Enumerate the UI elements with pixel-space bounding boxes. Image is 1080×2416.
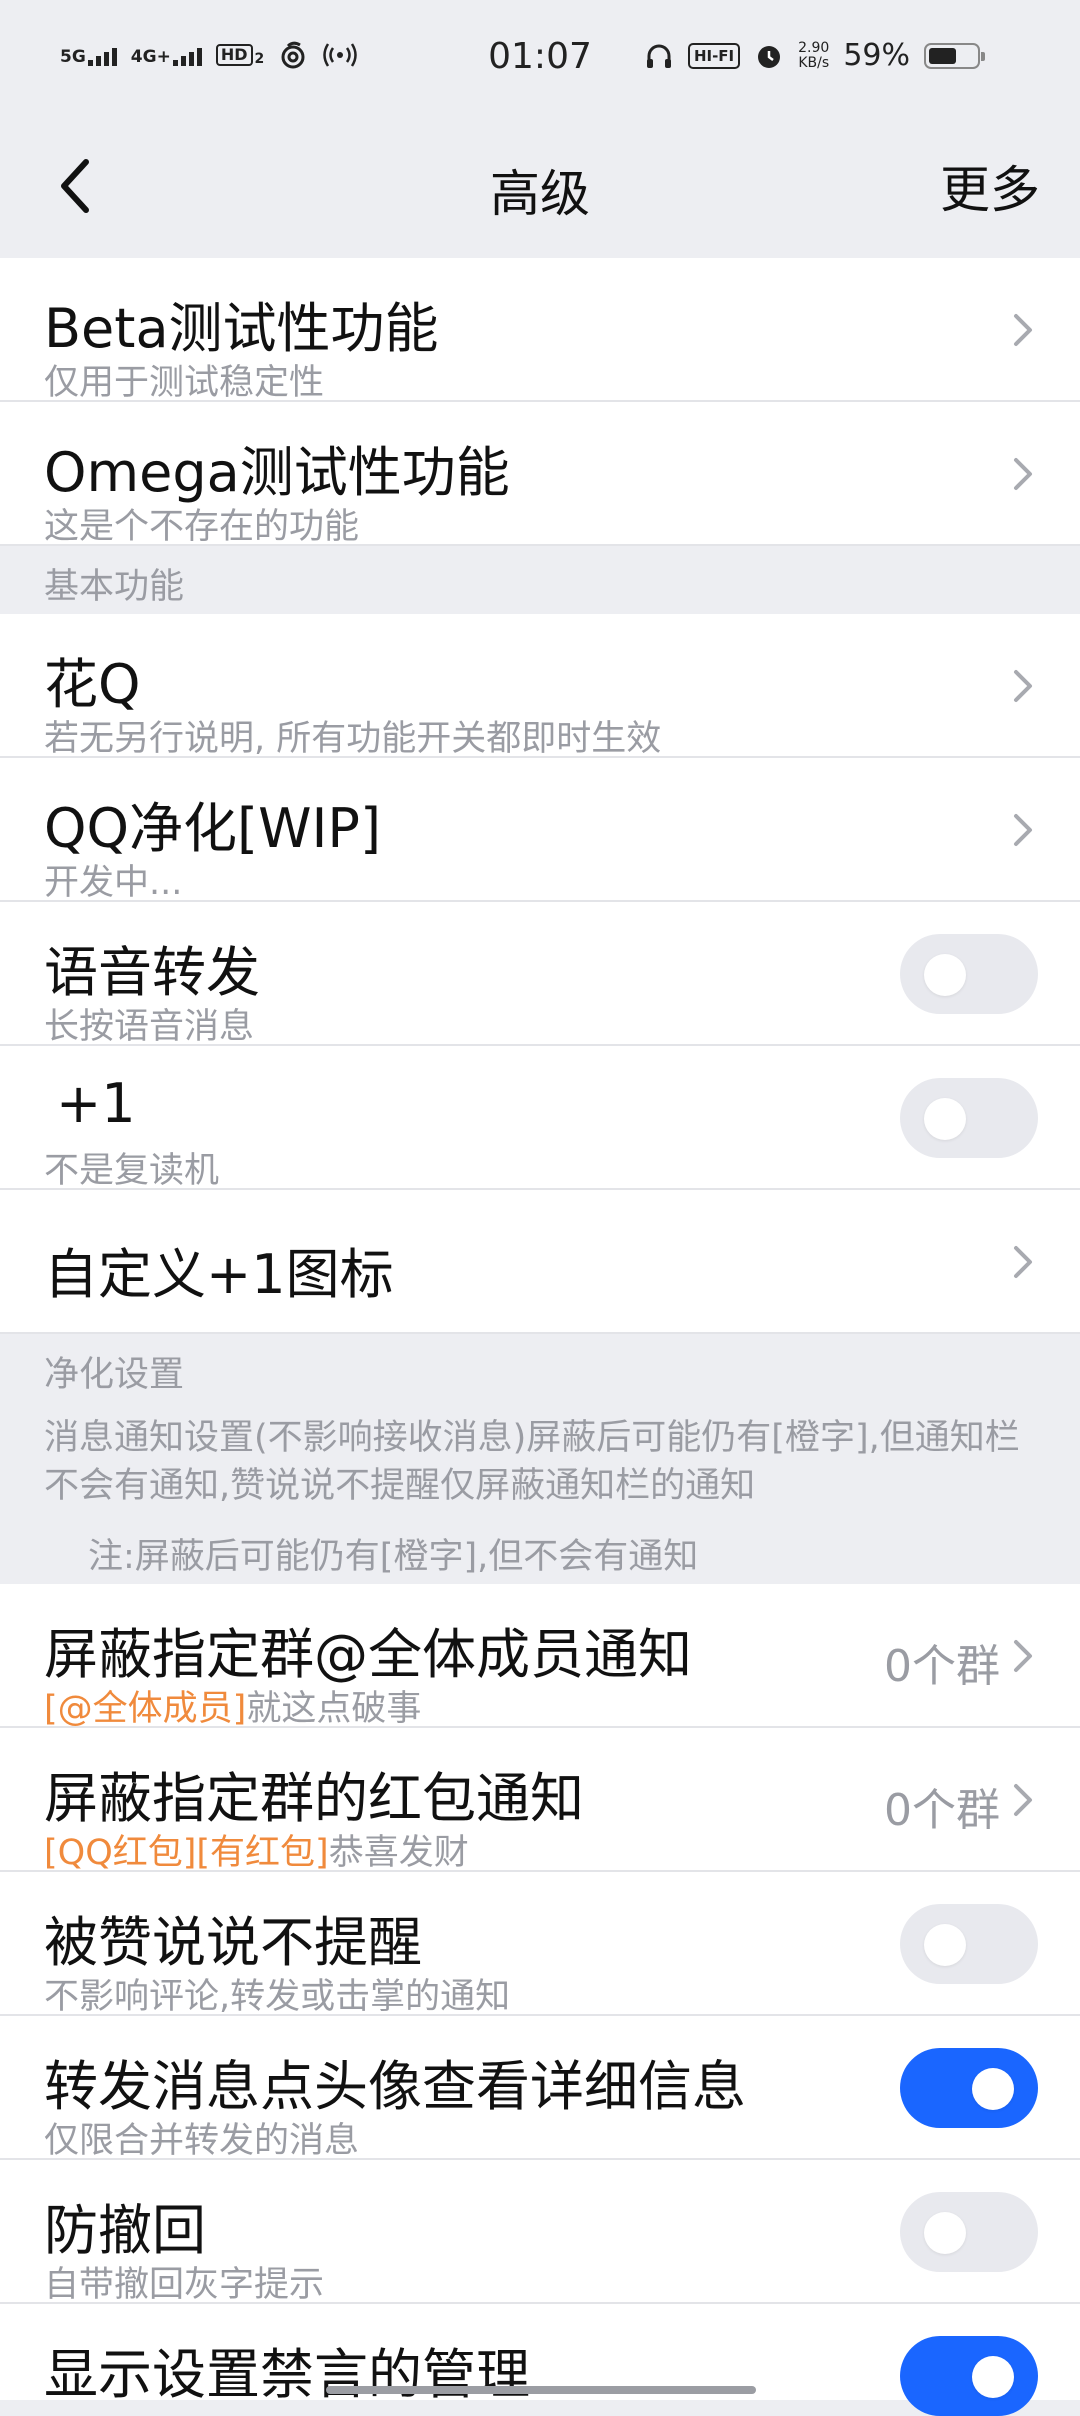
huaq-item[interactable]: 花Q 若无另行说明, 所有功能开关都即时生效 — [0, 614, 1080, 759]
voice-forward-toggle[interactable] — [900, 934, 1038, 1014]
subtitle-text: 就这点破事 — [246, 1689, 422, 1729]
row-subtitle: 这是个不存在的功能 — [44, 507, 360, 547]
row-subtitle: 不是复读机 — [44, 1151, 220, 1191]
row-title: 显示设置禁言的管理 — [44, 2343, 530, 2406]
row-title: Beta测试性功能 — [44, 297, 439, 360]
chevron-right-icon — [1014, 814, 1032, 846]
row-title: Omega测试性功能 — [44, 441, 510, 504]
hifi-badge: HI-FI — [687, 42, 741, 69]
forward-avatar-info-toggle[interactable] — [900, 2048, 1038, 2128]
section-note: 注:屏蔽后可能仍有[橙字],但不会有通知 — [88, 1537, 699, 1577]
subtitle-highlight: [@全体成员] — [44, 1689, 247, 1729]
row-title: 屏蔽指定群的红包通知 — [44, 1767, 584, 1830]
more-button[interactable]: 更多 — [940, 150, 1040, 222]
plus-one-item: +1 不是复读机 — [0, 1046, 1080, 1191]
toggle-knob — [972, 2356, 1014, 2398]
row-subtitle: 仅用于测试稳定性 — [44, 363, 325, 403]
qq-clean-item[interactable]: QQ净化[WIP] 开发中... — [0, 758, 1080, 903]
chevron-right-icon — [1014, 670, 1032, 702]
beta-features-item[interactable]: Beta测试性功能 仅用于测试稳定性 — [0, 258, 1080, 403]
row-title: 防撤回 — [44, 2199, 206, 2262]
chevron-right-icon — [1014, 1246, 1032, 1278]
group-count: 0个群 — [884, 1641, 1000, 1692]
page-title: 高级 — [490, 165, 590, 223]
plus-one-toggle[interactable] — [900, 1078, 1038, 1158]
row-subtitle: 自带撤回灰字提示 — [44, 2265, 325, 2305]
toggle-knob — [924, 2212, 966, 2254]
chevron-right-icon — [1014, 1784, 1032, 1816]
home-indicator[interactable] — [326, 2386, 756, 2394]
chevron-right-icon — [1014, 1640, 1032, 1672]
anti-recall-toggle[interactable] — [900, 2192, 1038, 2272]
row-title: 屏蔽指定群@全体成员通知 — [44, 1623, 692, 1686]
battery-level — [929, 47, 957, 64]
anti-recall-item: 防撤回 自带撤回灰字提示 — [0, 2160, 1080, 2305]
status-bar: 5G 4G+ HD 2 01:07 HI-FI 2.90 KB/s 59% — [0, 0, 1080, 120]
subtitle-highlight: [QQ红包][有红包] — [44, 1833, 329, 1873]
voice-forward-item: 语音转发 长按语音消息 — [0, 902, 1080, 1047]
toggle-knob — [924, 1924, 966, 1966]
toggle-knob — [972, 2068, 1014, 2110]
row-title: 被赞说说不提醒 — [44, 1911, 422, 1974]
chevron-right-icon — [1014, 458, 1032, 490]
row-title: 语音转发 — [44, 941, 260, 1004]
row-title: 转发消息点头像查看详细信息 — [44, 2055, 746, 2118]
network-speed-unit: KB/s — [798, 54, 830, 71]
row-title: +1 — [56, 1072, 136, 1135]
custom-plus-one-icon-item[interactable]: 自定义+1图标 — [0, 1190, 1080, 1334]
liked-post-silent-toggle[interactable] — [900, 1904, 1038, 1984]
battery-percent: 59% — [843, 38, 910, 73]
section-header-basic: 基本功能 — [44, 567, 185, 607]
alarm-icon — [758, 45, 781, 68]
show-mute-admin-toggle[interactable] — [900, 2336, 1038, 2416]
row-subtitle: 开发中... — [44, 863, 183, 903]
row-title: 花Q — [44, 653, 141, 716]
liked-post-silent-item: 被赞说说不提醒 不影响评论,转发或击掌的通知 — [0, 1872, 1080, 2017]
row-subtitle: 仅限合并转发的消息 — [44, 2121, 360, 2161]
toggle-knob — [924, 954, 966, 996]
network-speed-value: 2.90 — [798, 39, 830, 56]
section-description: 消息通知设置(不影响接收消息)屏蔽后可能仍有[橙字],但通知栏不会有通知,赞说说… — [44, 1418, 1020, 1506]
group-count: 0个群 — [884, 1785, 1000, 1836]
status-right-icons: HI-FI 2.90 KB/s 59% — [644, 38, 985, 73]
section-header-clean: 净化设置 — [44, 1355, 185, 1395]
row-title: 自定义+1图标 — [44, 1243, 394, 1306]
omega-features-item[interactable]: Omega测试性功能 这是个不存在的功能 — [0, 402, 1080, 547]
network-speed: 2.90 KB/s — [798, 39, 830, 71]
block-red-packet-item[interactable]: 屏蔽指定群的红包通知 [QQ红包][有红包]恭喜发财 0个群 — [0, 1728, 1080, 1875]
toggle-knob — [924, 1098, 966, 1140]
row-subtitle: 若无另行说明, 所有功能开关都即时生效 — [44, 719, 662, 759]
row-subtitle: [@全体成员]就这点破事 — [44, 1680, 421, 1731]
headphones-icon — [646, 44, 671, 68]
subtitle-text: 恭喜发财 — [328, 1833, 469, 1873]
row-subtitle: [QQ红包][有红包]恭喜发财 — [44, 1824, 469, 1875]
row-subtitle: 长按语音消息 — [44, 1007, 255, 1047]
forward-avatar-info-item: 转发消息点头像查看详细信息 仅限合并转发的消息 — [0, 2016, 1080, 2161]
block-at-all-item[interactable]: 屏蔽指定群@全体成员通知 [@全体成员]就这点破事 0个群 — [0, 1584, 1080, 1731]
battery-icon — [924, 42, 985, 69]
row-title: QQ净化[WIP] — [44, 797, 382, 860]
navigation-bar: 高级 更多 — [0, 120, 1080, 258]
chevron-right-icon — [1014, 314, 1032, 346]
row-subtitle: 不影响评论,转发或击掌的通知 — [44, 1977, 511, 2017]
